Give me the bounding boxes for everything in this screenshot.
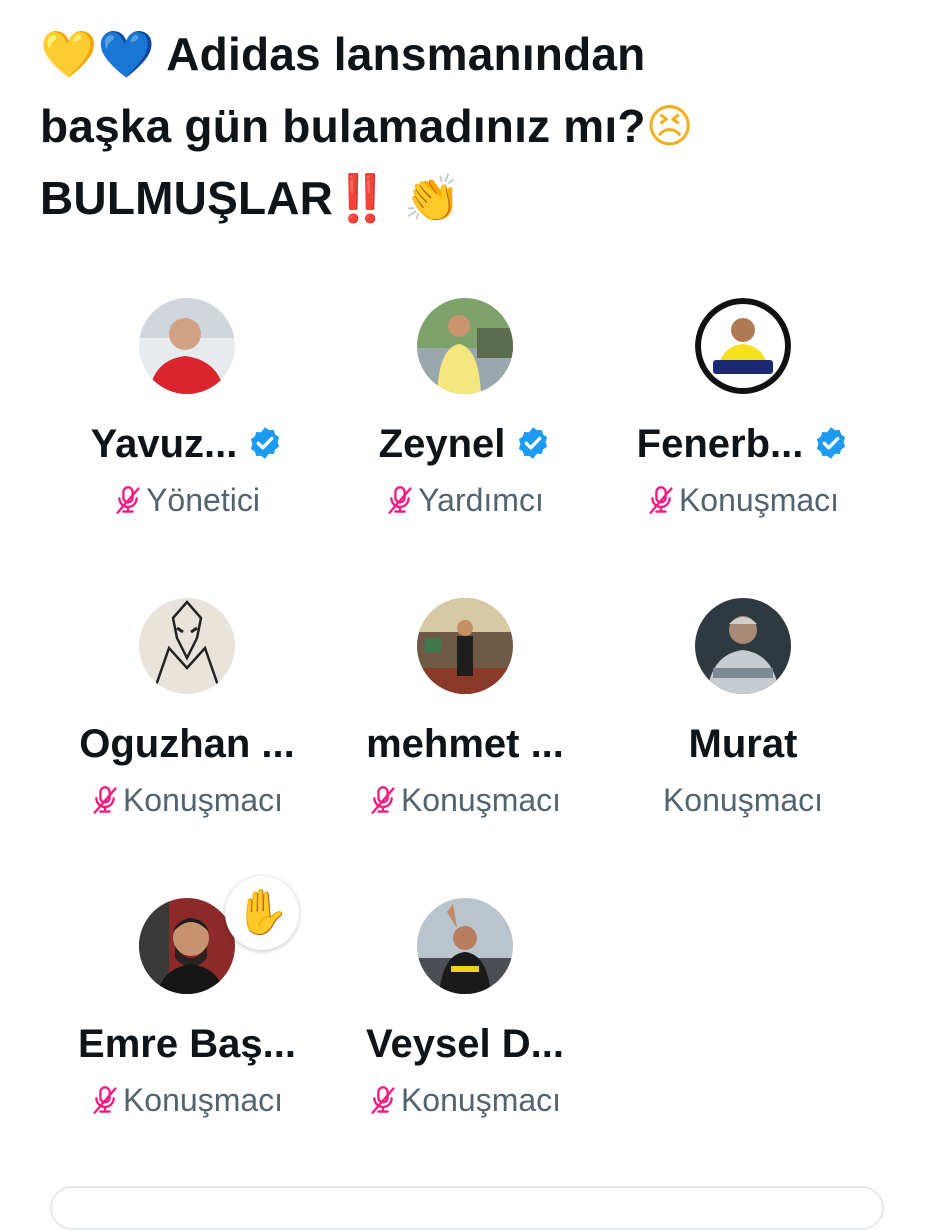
space-title-text-2: başka gün bulamadınız mı? (40, 100, 646, 152)
yellow-heart-icon: 💛 (40, 27, 98, 81)
avatar[interactable] (417, 298, 513, 394)
space-title-line-2: başka gün bulamadınız mı?😣 (40, 90, 900, 162)
participant-role: Konuşmacı (593, 476, 893, 524)
avatar-photo-icon (417, 598, 513, 694)
avatar-photo-icon (417, 898, 513, 994)
verified-badge-icon (519, 427, 548, 459)
muted-mic-icon (371, 786, 395, 814)
bottom-panel[interactable] (50, 1186, 884, 1230)
muted-mic-icon (93, 786, 117, 814)
avatar[interactable] (139, 598, 235, 694)
participant-name: Murat (688, 722, 798, 766)
participant-name: Zeynel (315, 416, 615, 472)
participant-name: Yavuz... (37, 416, 337, 472)
double-exclamation-icon: ‼️ (333, 171, 391, 225)
participant-role: Konuşmacı (315, 776, 615, 824)
clapping-hands-icon: 👏 (403, 171, 462, 225)
space-title-line-1: 💛💙 Adidas lansmanından (40, 18, 900, 90)
avatar[interactable] (417, 898, 513, 994)
verified-badge-icon (251, 427, 280, 459)
participant-name: Fenerb... (593, 416, 893, 472)
muted-mic-icon (116, 486, 140, 514)
participant-name: Veysel D... (366, 1022, 564, 1066)
verified-badge-icon (817, 427, 846, 459)
avatar-photo-icon (417, 298, 513, 394)
avatar-photo-icon (139, 598, 235, 694)
avatar[interactable] (695, 298, 791, 394)
avatar[interactable] (139, 898, 235, 994)
space-title: 💛💙 Adidas lansmanından başka gün bulamad… (40, 18, 900, 234)
avatar-photo-icon (695, 298, 791, 394)
participant-role: Konuşmacı (37, 776, 337, 824)
persevering-face-icon: 😣 (645, 99, 694, 153)
participant-role: Konuşmacı (37, 1076, 337, 1124)
avatar[interactable] (417, 598, 513, 694)
participant-role: Yönetici (37, 476, 337, 524)
muted-mic-icon (388, 486, 412, 514)
muted-mic-icon (93, 1086, 117, 1114)
raised-hand-icon: ✋ (225, 876, 299, 950)
space-title-text-3: BULMUŞLAR (40, 172, 334, 224)
muted-mic-icon (649, 486, 673, 514)
blue-heart-icon: 💙 (97, 27, 155, 81)
avatar[interactable] (695, 598, 791, 694)
participant-name: Emre Baş... (78, 1022, 296, 1066)
avatar-photo-icon (695, 598, 791, 694)
participant-name: Oguzhan ... (79, 722, 295, 766)
space-title-line-3: BULMUŞLAR‼️ 👏 (40, 162, 900, 234)
avatar-photo-icon (139, 298, 235, 394)
participant-role: Yardımcı (315, 476, 615, 524)
space-title-text-1: Adidas lansmanından (166, 28, 646, 80)
muted-mic-icon (371, 1086, 395, 1114)
avatar-photo-icon (139, 898, 235, 994)
participant-role: Konuşmacı (315, 1076, 615, 1124)
participant-role: Konuşmacı (662, 782, 824, 818)
avatar[interactable] (139, 298, 235, 394)
participant-name: mehmet ... (366, 722, 564, 766)
